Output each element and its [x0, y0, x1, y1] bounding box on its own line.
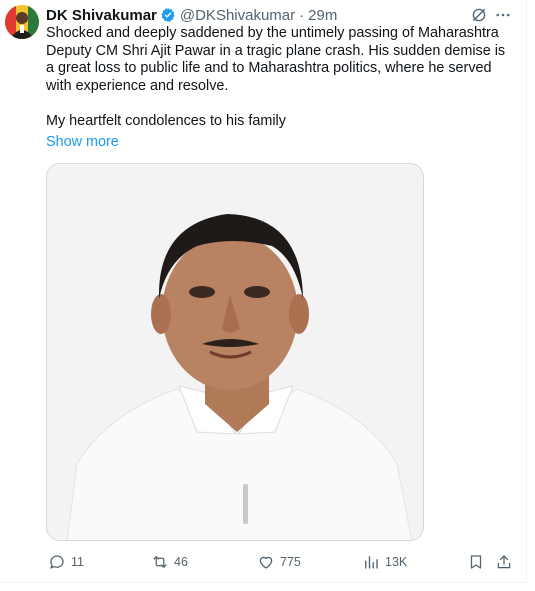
bookmark-button[interactable]	[467, 551, 485, 573]
author-name[interactable]: DK Shivakumar	[46, 7, 157, 24]
views-count: 13K	[385, 555, 408, 569]
repost-icon	[153, 556, 167, 568]
grok-icon[interactable]	[470, 6, 488, 24]
show-more-link[interactable]: Show more	[46, 134, 119, 150]
tweet-text-paragraph-1: Shocked and deeply saddened by the untim…	[46, 25, 506, 94]
reply-button[interactable]: 11	[48, 551, 84, 573]
like-count: 775	[280, 555, 301, 569]
tweet-text: Shocked and deeply saddened by the untim…	[46, 25, 516, 131]
avatar[interactable]	[5, 5, 39, 39]
verified-badge-icon	[161, 8, 175, 22]
tweet-actions: 11 46 775 13K	[46, 551, 516, 573]
bookmark-icon	[470, 555, 482, 569]
tweet-card[interactable]: DK Shivakumar @DKShivakumar · 29m Shocke…	[0, 0, 527, 583]
like-icon	[259, 556, 273, 569]
separator-dot: ·	[299, 6, 305, 24]
repost-count: 46	[174, 555, 188, 569]
author-handle[interactable]: @DKShivakumar	[180, 7, 295, 24]
tweet-timestamp[interactable]: 29m	[308, 7, 337, 24]
reply-icon	[50, 555, 64, 569]
views-button[interactable]: 13K	[362, 551, 407, 573]
tweet-text-paragraph-2: My heartfelt condolences to his family	[46, 112, 286, 129]
share-icon	[497, 555, 511, 569]
tweet-image[interactable]	[46, 163, 424, 541]
repost-button[interactable]: 46	[151, 551, 188, 573]
like-button[interactable]: 775	[257, 551, 301, 573]
share-button[interactable]	[495, 551, 513, 573]
reply-count: 11	[71, 555, 84, 569]
views-icon	[365, 556, 378, 569]
tweet-header: DK Shivakumar @DKShivakumar · 29m	[46, 5, 337, 25]
more-icon[interactable]	[494, 6, 512, 24]
